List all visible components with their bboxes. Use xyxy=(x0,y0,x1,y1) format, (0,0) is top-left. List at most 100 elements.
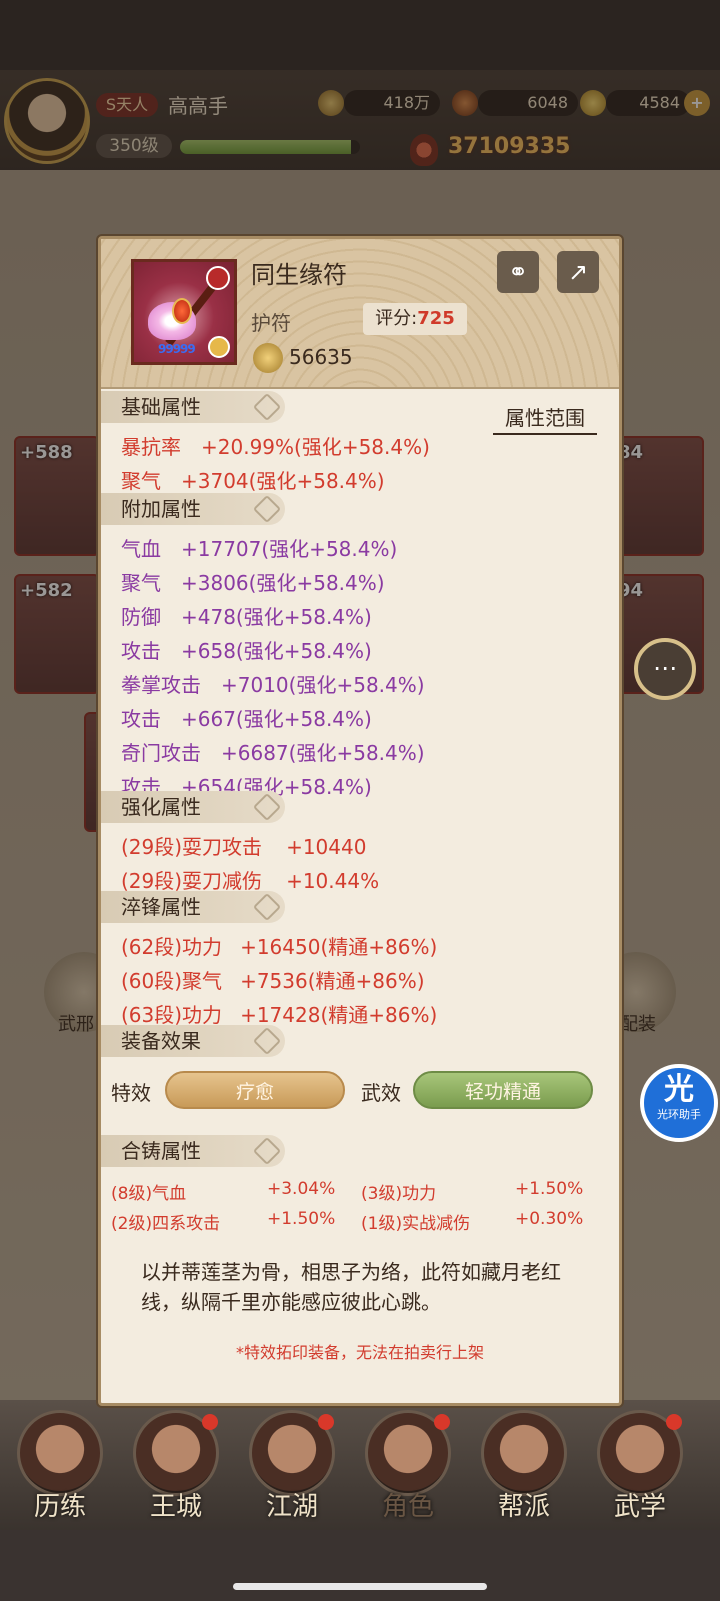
special-effect-label: 特效 xyxy=(111,1081,151,1105)
attribute-name: 拳掌攻击 xyxy=(121,673,201,697)
attribute-row: (29段)耍刀攻击 +10440 xyxy=(121,831,366,860)
cast-attribute-name: (8级)气血 xyxy=(111,1184,187,1204)
attribute-row: 攻击 +667(强化+58.4%) xyxy=(121,703,372,732)
nav-icon xyxy=(17,1410,103,1496)
link-icon xyxy=(208,336,230,358)
attribute-name: 聚气 xyxy=(121,571,161,595)
attribute-value: +17428(精通+86%) xyxy=(240,1003,438,1027)
section-cast-label: 合铸属性 xyxy=(121,1139,201,1163)
item-score: 评分:725 xyxy=(363,303,467,335)
martial-effect-label: 武效 xyxy=(361,1081,401,1105)
share-icon[interactable]: ↗ xyxy=(557,251,599,293)
attribute-value: +667(强化+58.4%) xyxy=(181,707,372,731)
attribute-name: (63段)功力 xyxy=(121,1003,223,1027)
attribute-row: 聚气 +3806(强化+58.4%) xyxy=(121,567,385,596)
attribute-value: +3704(强化+58.4%) xyxy=(181,469,385,493)
attribute-row: 拳掌攻击 +7010(强化+58.4%) xyxy=(121,669,425,698)
knot-icon xyxy=(252,1026,282,1056)
section-extra: 附加属性 xyxy=(101,493,285,525)
attribute-row: (29段)耍刀减伤 +10.44% xyxy=(121,865,379,894)
attribute-row: (62段)功力 +16450(精通+86%) xyxy=(121,931,437,960)
item-description: 以并蒂莲茎为骨，相思子为络，此符如藏月老红线，纵隔千里亦能感应彼此心跳。 xyxy=(141,1260,561,1314)
attribute-row: (60段)聚气 +7536(精通+86%) xyxy=(121,965,425,994)
nav-icon xyxy=(481,1410,567,1496)
item-detail-popup: 99999 同生缘符 护符 评分:725 56635 ⚭ ↗ 基础属性 属性范围… xyxy=(98,236,622,1406)
cast-attribute-value: +3.04% xyxy=(267,1179,336,1199)
item-type: 护符 xyxy=(251,311,291,335)
attribute-name: 攻击 xyxy=(121,707,161,731)
section-cast: 合铸属性 xyxy=(101,1135,285,1167)
attribute-row: 聚气 +3704(强化+58.4%) xyxy=(121,465,385,494)
section-enhance: 强化属性 xyxy=(101,791,285,823)
section-base-label: 基础属性 xyxy=(121,395,201,419)
attribute-name: 聚气 xyxy=(121,469,161,493)
nav-label: 帮派 xyxy=(497,1492,550,1522)
knot-icon xyxy=(252,1136,282,1166)
item-price: 56635 xyxy=(289,345,353,369)
attribute-row: (63段)功力 +17428(精通+86%) xyxy=(121,999,437,1028)
notification-dot xyxy=(434,1414,450,1430)
attribute-row: 奇门攻击 +6687(强化+58.4%) xyxy=(121,737,425,766)
nav-item[interactable]: 武学 xyxy=(590,1410,690,1530)
gem-graphic xyxy=(172,298,192,324)
attribute-value: +3806(强化+58.4%) xyxy=(181,571,385,595)
special-effect-badge[interactable]: 疗愈 xyxy=(165,1071,345,1109)
attribute-name: 暴抗率 xyxy=(121,435,181,459)
knot-icon xyxy=(252,892,282,922)
attribute-row: 气血 +17707(强化+58.4%) xyxy=(121,533,397,562)
attribute-range-button[interactable]: 属性范围 xyxy=(493,401,597,435)
attribute-value: +17707(强化+58.4%) xyxy=(181,537,398,561)
cast-attribute-name: (3级)功力 xyxy=(361,1184,437,1204)
nav-label: 江湖 xyxy=(265,1492,318,1522)
section-effect: 装备效果 xyxy=(101,1025,285,1057)
attribute-name: (60段)聚气 xyxy=(121,969,223,993)
nav-item[interactable]: 江湖 xyxy=(242,1410,342,1530)
attribute-name: 气血 xyxy=(121,537,161,561)
score-label: 评分: xyxy=(375,308,418,329)
attribute-value: +478(强化+58.4%) xyxy=(181,605,372,629)
nav-label: 王城 xyxy=(149,1492,202,1522)
nav-item[interactable]: 帮派 xyxy=(474,1410,574,1530)
knot-icon xyxy=(252,494,282,524)
game-screen: S天人 高高手 350级 418万 6048 4584 + 37109335 +… xyxy=(0,0,720,1601)
nav-item[interactable]: 历练 xyxy=(10,1410,110,1530)
attribute-name: 攻击 xyxy=(121,639,161,663)
attribute-name: 防御 xyxy=(121,605,161,629)
martial-effect-badge[interactable]: 轻功精通 xyxy=(413,1071,593,1109)
cast-attribute-value: +1.50% xyxy=(515,1179,584,1199)
attribute-name: (29段)耍刀减伤 xyxy=(121,869,263,893)
attribute-value: +20.99%(强化+58.4%) xyxy=(201,435,430,459)
nav-label: 角色 xyxy=(381,1492,434,1522)
attribute-value: +7010(强化+58.4%) xyxy=(221,673,425,697)
knot-icon xyxy=(252,792,282,822)
lock-icon[interactable]: ⚭ xyxy=(497,251,539,293)
item-star-text: 99999 xyxy=(158,342,196,356)
section-enhance-label: 强化属性 xyxy=(121,795,201,819)
knot-icon xyxy=(252,392,282,422)
section-extra-label: 附加属性 xyxy=(121,497,201,521)
home-indicator[interactable] xyxy=(233,1583,487,1590)
nav-item[interactable]: 王城 xyxy=(126,1410,226,1530)
section-base: 基础属性 xyxy=(101,391,285,423)
section-temper: 淬锋属性 xyxy=(101,891,285,923)
trade-note: *特效拓印装备，无法在拍卖行上架 xyxy=(235,1343,484,1362)
item-name: 同生缘符 xyxy=(251,261,347,289)
chat-bubble-icon[interactable]: ⋯ xyxy=(634,638,696,700)
cast-attribute-name: (2级)四系攻击 xyxy=(111,1214,221,1234)
attribute-value: +7536(精通+86%) xyxy=(240,969,425,993)
attribute-value: +10440 xyxy=(286,835,367,859)
section-effect-label: 装备效果 xyxy=(121,1029,201,1053)
price-icon xyxy=(253,343,283,373)
attribute-name: (62段)功力 xyxy=(121,935,223,959)
nav-label: 武学 xyxy=(613,1492,666,1522)
notification-dot xyxy=(202,1414,218,1430)
nav-item[interactable]: 角色 xyxy=(358,1410,458,1530)
cast-attribute-value: +1.50% xyxy=(267,1209,336,1229)
assistant-name: 光环助手 xyxy=(657,1108,701,1121)
attribute-row: 暴抗率 +20.99%(强化+58.4%) xyxy=(121,431,430,460)
attribute-value: +658(强化+58.4%) xyxy=(181,639,372,663)
attribute-row: 防御 +478(强化+58.4%) xyxy=(121,601,372,630)
cast-attribute-value: +0.30% xyxy=(515,1209,584,1229)
item-icon: 99999 xyxy=(131,259,237,365)
assistant-float-button[interactable]: 光光环助手 xyxy=(640,1064,718,1142)
